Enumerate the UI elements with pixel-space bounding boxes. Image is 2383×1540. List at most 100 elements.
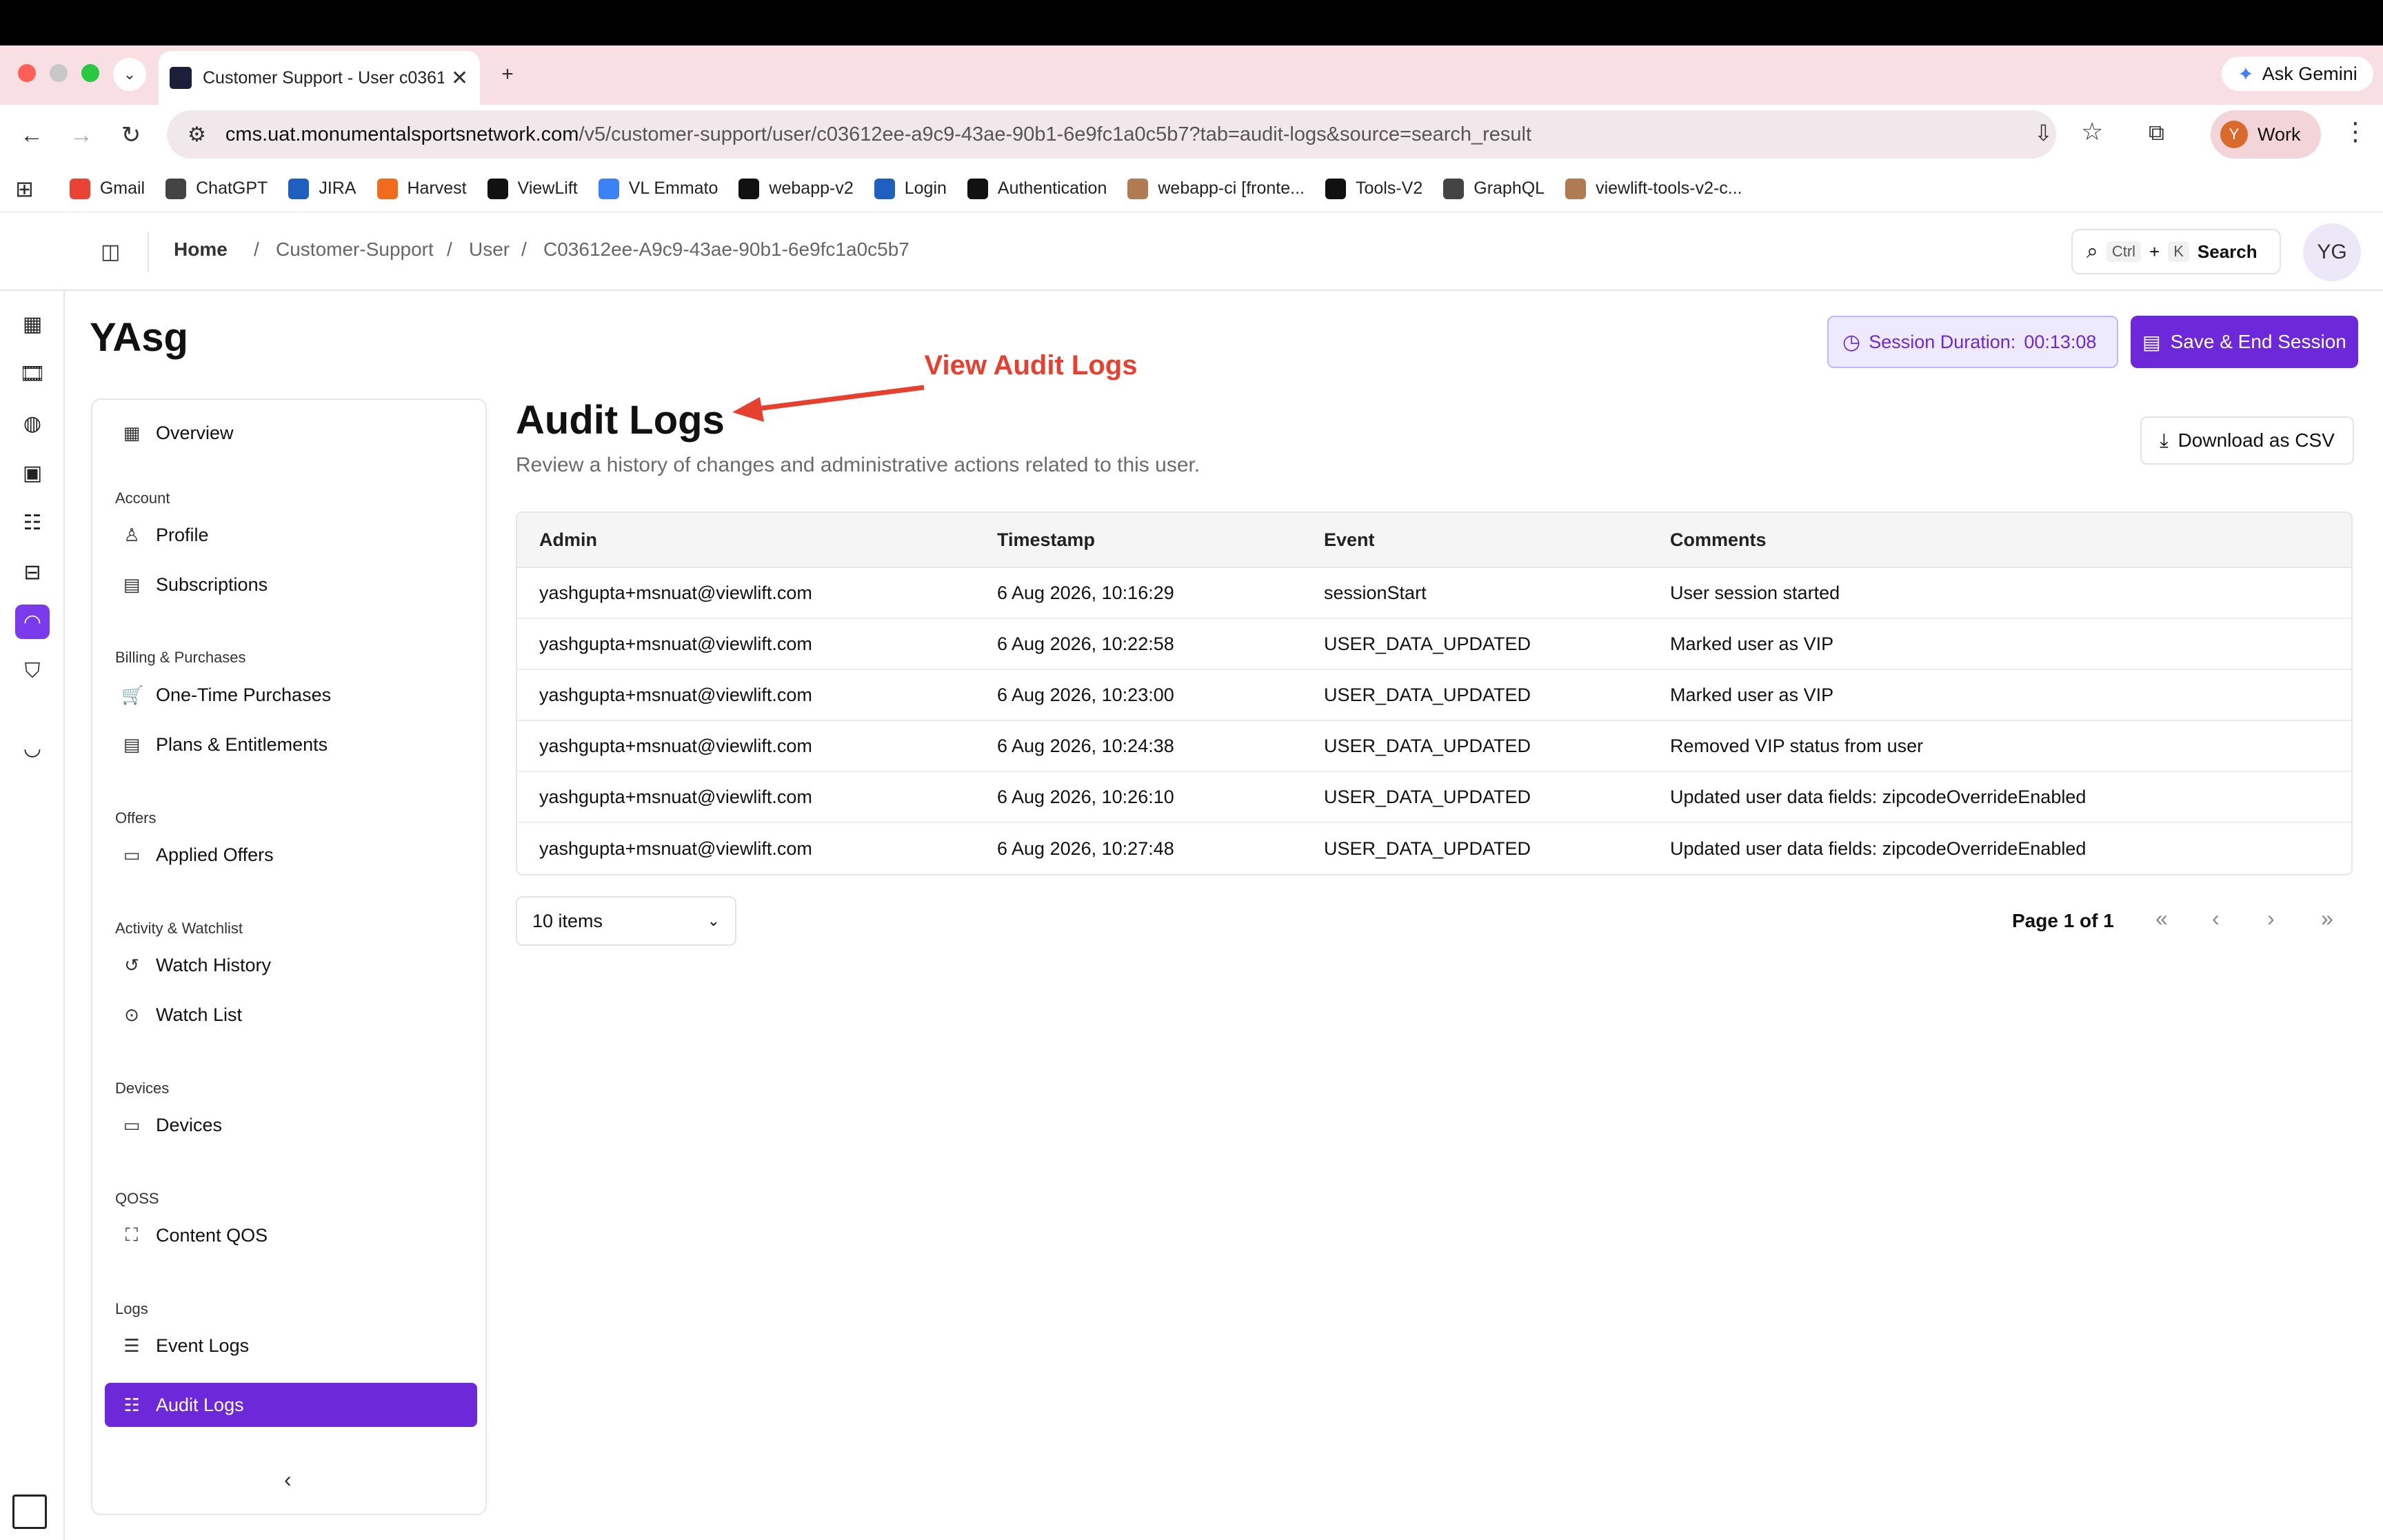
sidebar-item-watch-history[interactable]: ↺ Watch History (113, 943, 485, 987)
install-app-icon[interactable]: ⇩ (2034, 120, 2053, 146)
browser-tab-active[interactable]: Customer Support - User c03612ee ✕ (159, 51, 480, 105)
page-size-select[interactable]: 10 items ⌄ (516, 896, 736, 946)
table-row[interactable]: yashgupta+msnuat@viewlift.com 6 Aug 2026,… (517, 568, 2351, 619)
bookmark-star-icon[interactable]: ☆ (2081, 117, 2103, 146)
session-label: Session Duration: (1869, 331, 2016, 352)
table-row[interactable]: yashgupta+msnuat@viewlift.com 6 Aug 2026,… (517, 772, 2351, 823)
dashboard-icon[interactable]: ▦ (15, 307, 50, 341)
sidebar-item-applied-offers[interactable]: ▭ Applied Offers (113, 833, 485, 877)
previous-page-icon[interactable]: ‹ (2212, 906, 2220, 931)
column-header-timestamp[interactable]: Timestamp (997, 529, 1324, 551)
bookmark-label: ViewLift (517, 179, 578, 198)
screen-capture-icon[interactable] (12, 1495, 47, 1529)
browser-menu-icon[interactable]: ⋮ (2343, 117, 2368, 146)
table-body: yashgupta+msnuat@viewlift.com 6 Aug 2026,… (517, 568, 2351, 874)
bookmark-item[interactable]: ChatGPT (165, 178, 268, 199)
save-end-session-button[interactable]: ▤ Save & End Session (2131, 316, 2358, 368)
global-search-button[interactable]: ⌕ Ctrl + K Search (2071, 229, 2281, 274)
bookmark-label: VL Emmato (628, 179, 718, 198)
table-row[interactable]: yashgupta+msnuat@viewlift.com 6 Aug 2026,… (517, 823, 2351, 874)
bookmark-item[interactable]: Authentication (967, 178, 1107, 199)
close-tab-icon[interactable]: ✕ (451, 66, 468, 90)
cell-comments: User session started (1670, 582, 1840, 603)
tab-search-chevron-icon[interactable]: ⌄ (113, 58, 146, 91)
download-csv-button[interactable]: ⤓ Download as CSV (2140, 416, 2354, 465)
breadcrumb-separator: / (521, 239, 527, 260)
apps-grid-icon[interactable]: ⊞ (15, 176, 34, 202)
headphones-icon[interactable]: ◠ (15, 605, 50, 639)
globe-icon[interactable]: ◍ (15, 406, 50, 440)
bookmark-item[interactable]: JIRA (288, 178, 356, 199)
bookmark-item[interactable]: Login (874, 178, 947, 199)
first-page-icon[interactable]: « (2155, 906, 2168, 931)
cell-admin: yashgupta+msnuat@viewlift.com (539, 735, 812, 756)
bookmark-item[interactable]: webapp-ci [fronte... (1127, 178, 1305, 199)
sidebar-item-audit-logs[interactable]: ☷ Audit Logs (105, 1383, 477, 1427)
sidebar-item-content-qos[interactable]: ⛶ Content QOS (113, 1213, 485, 1257)
column-header-comments[interactable]: Comments (1670, 529, 2351, 551)
table-row[interactable]: yashgupta+msnuat@viewlift.com 6 Aug 2026,… (517, 619, 2351, 670)
sidebar-item-plans[interactable]: ▤ Plans & Entitlements (113, 722, 485, 767)
session-value: 00:13:08 (2024, 331, 2097, 352)
back-arrow-icon[interactable]: ← (12, 116, 51, 154)
minimize-window-button[interactable] (50, 64, 68, 82)
breadcrumb-home[interactable]: Home (174, 239, 228, 261)
shield-icon[interactable]: ⛉ (15, 654, 50, 689)
sliders-icon[interactable]: ☷ (15, 505, 50, 540)
bookmark-item[interactable]: Tools-V2 (1325, 178, 1422, 199)
bookmark-item[interactable]: webapp-v2 (738, 178, 854, 199)
bookmark-item[interactable]: GraphQL (1443, 178, 1545, 199)
sidebar-section-qos: QOSS (115, 1190, 159, 1207)
film-icon[interactable]: 🎞 (15, 356, 50, 391)
cell-event: USER_DATA_UPDATED (1324, 684, 1531, 705)
next-page-icon[interactable]: › (2267, 906, 2275, 931)
auth-icon (967, 178, 988, 199)
collapse-sidebar-chevron-icon[interactable]: ‹ (284, 1467, 292, 1492)
bookmark-item[interactable]: Gmail (69, 178, 145, 199)
bookmark-item[interactable]: viewlift-tools-v2-c... (1565, 178, 1742, 199)
reload-icon[interactable]: ↻ (112, 116, 150, 154)
bookmark-label: Harvest (407, 179, 467, 198)
maximize-window-button[interactable] (81, 64, 99, 82)
sidebar-item-event-logs[interactable]: ☰ Event Logs (113, 1324, 485, 1368)
table-row[interactable]: yashgupta+msnuat@viewlift.com 6 Aug 2026,… (517, 721, 2351, 772)
extensions-puzzle-icon[interactable]: ⧉ (2149, 120, 2164, 146)
sidebar-item-overview[interactable]: ▦ Overview (113, 411, 485, 455)
close-window-button[interactable] (18, 64, 36, 82)
site-settings-icon[interactable]: ⚙ (188, 123, 206, 147)
column-header-event[interactable]: Event (1324, 529, 1670, 551)
download-icon: ⤓ (2160, 429, 2169, 451)
support-headset-icon[interactable]: ◡ (15, 731, 50, 765)
sidebar-toggle-icon[interactable]: ◫ (101, 240, 120, 264)
column-header-admin[interactable]: Admin (517, 529, 997, 551)
sidebar-item-profile[interactable]: ♙ Profile (113, 513, 485, 557)
annotation-arrow-icon (732, 385, 925, 422)
url-text[interactable]: cms.uat.monumentalsportsnetwork.com/v5/c… (225, 123, 1531, 146)
new-tab-button[interactable]: + (491, 58, 524, 91)
github-icon (738, 178, 760, 199)
bookmark-item[interactable]: Harvest (376, 178, 467, 199)
cell-timestamp: 6 Aug 2026, 10:27:48 (997, 838, 1174, 859)
forward-arrow-icon[interactable]: → (62, 116, 101, 154)
sidebar-item-label: Profile (156, 524, 209, 545)
last-page-icon[interactable]: » (2321, 906, 2333, 931)
user-avatar[interactable]: YG (2303, 223, 2361, 281)
address-bar[interactable]: ⚙ cms.uat.monumentalsportsnetwork.com/v5… (167, 110, 2056, 159)
cell-comments: Updated user data fields: zipcodeOverrid… (1670, 838, 2087, 859)
table-row[interactable]: yashgupta+msnuat@viewlift.com 6 Aug 2026,… (517, 670, 2351, 721)
breadcrumb-user[interactable]: User (469, 239, 510, 261)
sidebar-item-subscriptions[interactable]: ▤ Subscriptions (113, 563, 485, 607)
sidebar-item-watch-list[interactable]: ⊙ Watch List (113, 993, 485, 1037)
sidebar-item-one-time-purchases[interactable]: 🛒 One-Time Purchases (113, 673, 485, 717)
wallet-icon[interactable]: ▣ (15, 456, 50, 490)
profile-chip[interactable]: Y Work (2211, 110, 2321, 159)
cell-event: USER_DATA_UPDATED (1324, 786, 1531, 807)
breadcrumb-customer-support[interactable]: Customer-Support (276, 239, 434, 261)
cell-timestamp: 6 Aug 2026, 10:24:38 (997, 735, 1174, 756)
layout-icon[interactable]: ⊟ (15, 555, 50, 589)
app-logo (6, 218, 65, 283)
bookmark-item[interactable]: ViewLift (487, 178, 578, 199)
sidebar-item-devices[interactable]: ▭ Devices (113, 1103, 485, 1147)
bookmark-item[interactable]: VL Emmato (598, 178, 718, 199)
ask-gemini-button[interactable]: ✦ Ask Gemini (2222, 57, 2373, 91)
